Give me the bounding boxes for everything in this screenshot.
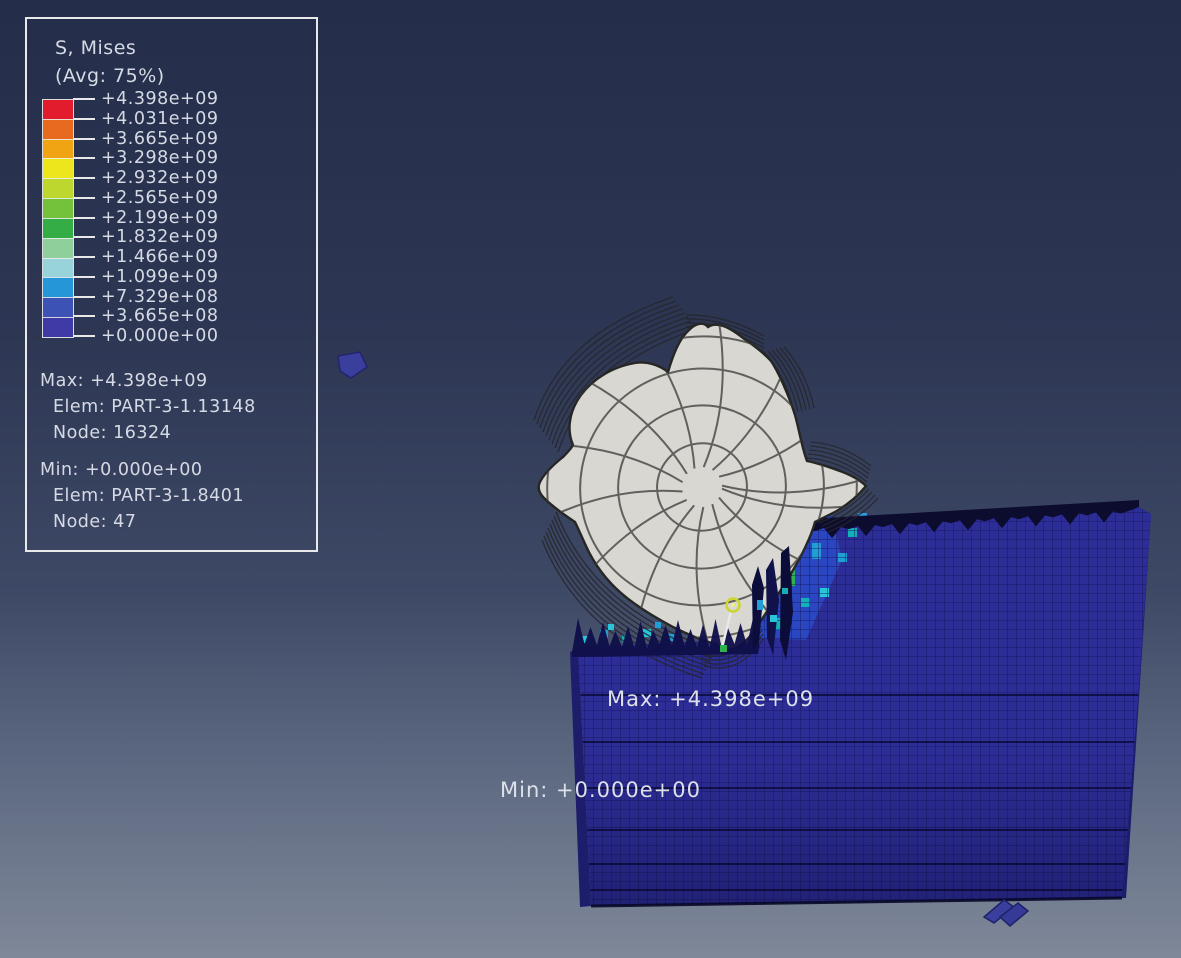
legend-tick-label: +3.665e+09 bbox=[101, 130, 218, 148]
legend-tick-label: +2.932e+09 bbox=[101, 169, 218, 187]
legend-min-elem: Elem: PART-3-1.8401 bbox=[53, 486, 244, 506]
legend-tick bbox=[73, 98, 95, 100]
legend-max-elem: Elem: PART-3-1.13148 bbox=[53, 397, 256, 417]
legend-max-node: Node: 16324 bbox=[53, 423, 171, 443]
legend-tick bbox=[73, 256, 95, 258]
legend-title: S, Mises bbox=[55, 37, 136, 59]
legend-tick bbox=[73, 296, 95, 298]
legend-tick-label: +4.398e+09 bbox=[101, 90, 218, 108]
legend-tick-label: +1.832e+09 bbox=[101, 228, 218, 246]
legend-tick bbox=[73, 276, 95, 278]
legend-tick-label: +1.466e+09 bbox=[101, 248, 218, 266]
legend-tick bbox=[73, 157, 95, 159]
legend-tick-label: +1.099e+09 bbox=[101, 268, 218, 286]
legend-color-swatch bbox=[43, 238, 73, 258]
legend-tick bbox=[73, 236, 95, 238]
legend-tick bbox=[73, 197, 95, 199]
legend-tick-label: +4.031e+09 bbox=[101, 110, 218, 128]
legend-box: S, Mises (Avg: 75%) +4.398e+09 +4.031e+09… bbox=[25, 17, 318, 552]
viewport-min-annotation: Min: +0.000e+00 bbox=[500, 778, 701, 802]
legend-max-value: Max: +4.398e+09 bbox=[40, 371, 208, 391]
legend-color-swatch bbox=[43, 277, 73, 297]
legend-color-swatch bbox=[43, 139, 73, 159]
legend-tick-label: +3.298e+09 bbox=[101, 149, 218, 167]
legend-colorbar bbox=[42, 99, 74, 338]
legend-color-swatch bbox=[43, 218, 73, 238]
legend-color-swatch bbox=[43, 158, 73, 178]
legend-tick-label: +0.000e+00 bbox=[101, 327, 218, 345]
legend-color-swatch bbox=[43, 297, 73, 317]
legend-tick-label: +7.329e+08 bbox=[101, 288, 218, 306]
legend-color-swatch bbox=[43, 258, 73, 278]
legend-tick-label: +2.199e+09 bbox=[101, 209, 218, 227]
abaqus-viewport[interactable]: Max: +4.398e+09 Min: +0.000e+00 S, Mises… bbox=[0, 0, 1181, 958]
legend-tick bbox=[73, 335, 95, 337]
legend-color-swatch bbox=[43, 178, 73, 198]
legend-color-swatch bbox=[43, 317, 73, 337]
legend-min-value: Min: +0.000e+00 bbox=[40, 460, 202, 480]
legend-tick bbox=[73, 138, 95, 140]
legend-subtitle: (Avg: 75%) bbox=[55, 65, 165, 87]
legend-tick bbox=[73, 118, 95, 120]
legend-tick-label: +2.565e+09 bbox=[101, 189, 218, 207]
legend-min-node: Node: 47 bbox=[53, 512, 136, 532]
legend-tick bbox=[73, 315, 95, 317]
viewport-max-annotation: Max: +4.398e+09 bbox=[607, 687, 814, 711]
legend-color-swatch bbox=[43, 119, 73, 139]
legend-color-swatch bbox=[43, 198, 73, 218]
legend-tick-label: +3.665e+08 bbox=[101, 307, 218, 325]
legend-tick bbox=[73, 177, 95, 179]
legend-color-swatch bbox=[43, 100, 73, 119]
legend-tick bbox=[73, 217, 95, 219]
